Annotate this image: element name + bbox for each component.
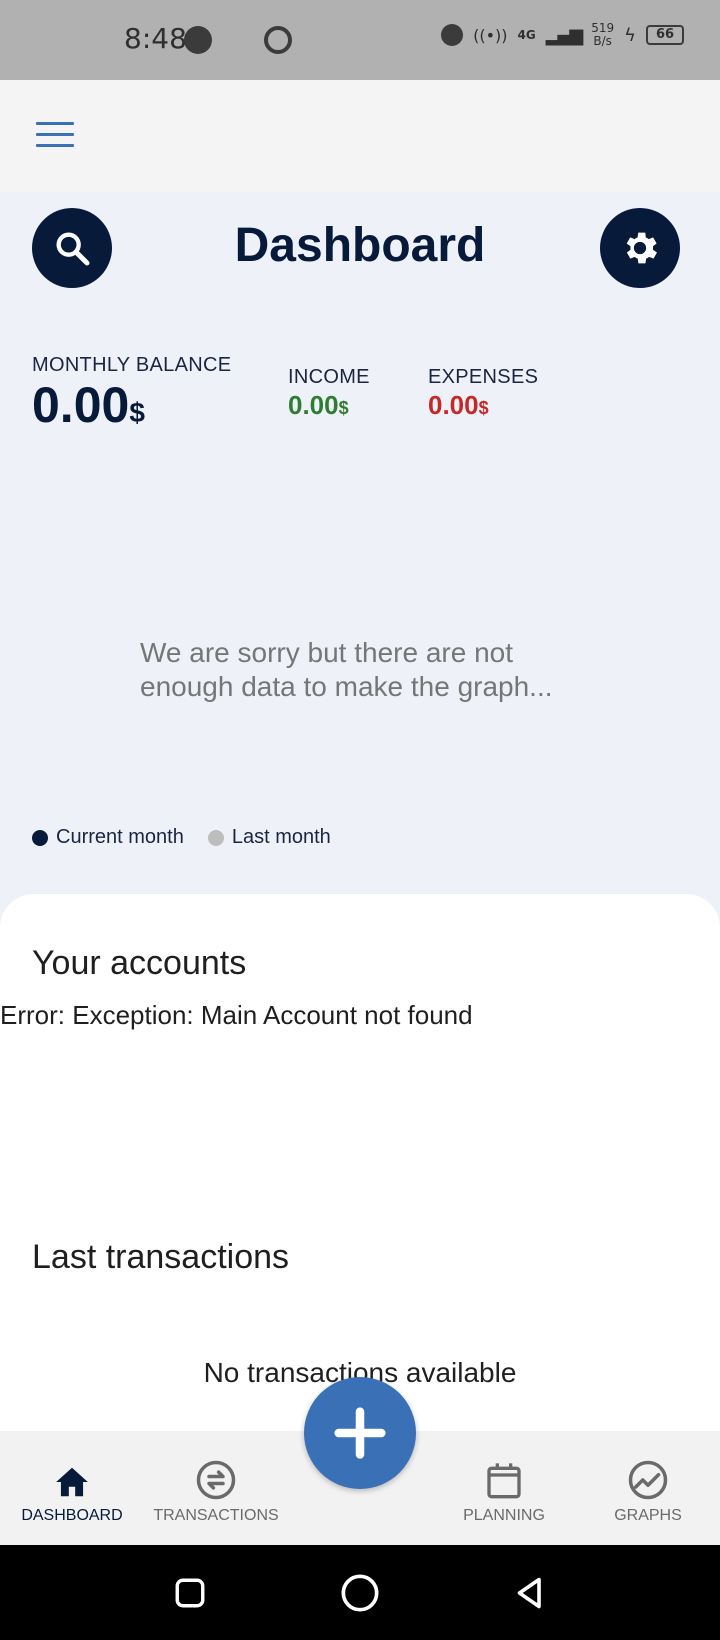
swap-icon [196,1460,236,1500]
status-icons: ((•)) 4G ▂▄▆ 519 B/s ϟ 66 [441,22,684,48]
back-triangle-icon [517,1577,541,1609]
charging-icon: ϟ [624,24,636,46]
circle-icon [341,1574,379,1612]
expenses-number: 0.00 [428,390,479,420]
monthly-balance-label: MONTHLY BALANCE [32,354,232,376]
accounts-error: Error: Exception: Main Account not found [0,1000,473,1030]
legend-last-month: Last month [207,826,331,849]
chart-icon [628,1460,668,1500]
status-bar: 8:48 ((•)) 4G ▂▄▆ 519 B/s ϟ 66 [0,0,720,80]
expenses-value: 0.00$ [428,390,489,421]
monthly-balance-value: 0.00$ [32,376,145,434]
menu-icon[interactable] [36,122,74,150]
nav-transactions[interactable]: TRANSACTIONS [144,1457,288,1525]
recents-button[interactable] [164,1567,216,1619]
settings-button[interactable] [600,208,680,288]
nav-graphs-label: GRAPHS [614,1507,682,1524]
currency-symbol: $ [129,397,145,428]
accounts-title: Your accounts [32,944,247,982]
battery-icon: 66 [646,25,684,45]
income-number: 0.00 [288,390,339,420]
network-type: 4G [517,28,536,42]
system-navigation-bar [0,1545,720,1640]
sync-notification-icon [264,26,292,54]
net-speed-unit: B/s [593,34,612,48]
nav-planning-label: PLANNING [463,1507,545,1524]
legend-last-dot [207,829,224,846]
legend-current-month: Current month [32,826,184,849]
app-bar [0,80,720,192]
add-transaction-button[interactable] [304,1377,416,1489]
transactions-title: Last transactions [32,1238,290,1276]
signal-icon: ▂▄▆ [545,24,584,46]
calendar-icon [487,1463,521,1499]
currency-symbol: $ [478,398,489,418]
graph-legend: Current month Last month [32,826,355,849]
net-speed: 519 B/s [591,22,614,48]
income-label: INCOME [288,366,370,388]
alarm-icon [441,24,464,46]
square-icon [175,1578,205,1608]
nav-transactions-label: TRANSACTIONS [153,1507,279,1524]
hotspot-icon: ((•)) [473,25,508,45]
nav-dashboard[interactable]: DASHBOARD [0,1457,144,1525]
status-time: 8:48 [124,22,187,55]
legend-last-label: Last month [231,826,331,848]
expenses-label: EXPENSES [428,366,539,388]
income-value: 0.00$ [288,390,349,421]
nav-dashboard-label: DASHBOARD [21,1507,123,1524]
gear-icon [626,232,657,264]
currency-symbol: $ [338,398,349,418]
plus-icon [334,1407,386,1459]
legend-current-dot [32,829,48,846]
legend-current-label: Current month [56,826,184,848]
monthly-balance-number: 0.00 [32,377,130,433]
music-notification-icon [184,26,212,54]
home-button[interactable] [334,1567,386,1619]
graph-empty-message: We are sorry but there are not enough da… [140,637,553,702]
nav-planning[interactable]: PLANNING [432,1457,576,1525]
back-button[interactable] [504,1567,556,1619]
nav-graphs[interactable]: GRAPHS [576,1457,720,1525]
home-icon [56,1467,88,1497]
net-speed-value: 519 [591,21,615,35]
